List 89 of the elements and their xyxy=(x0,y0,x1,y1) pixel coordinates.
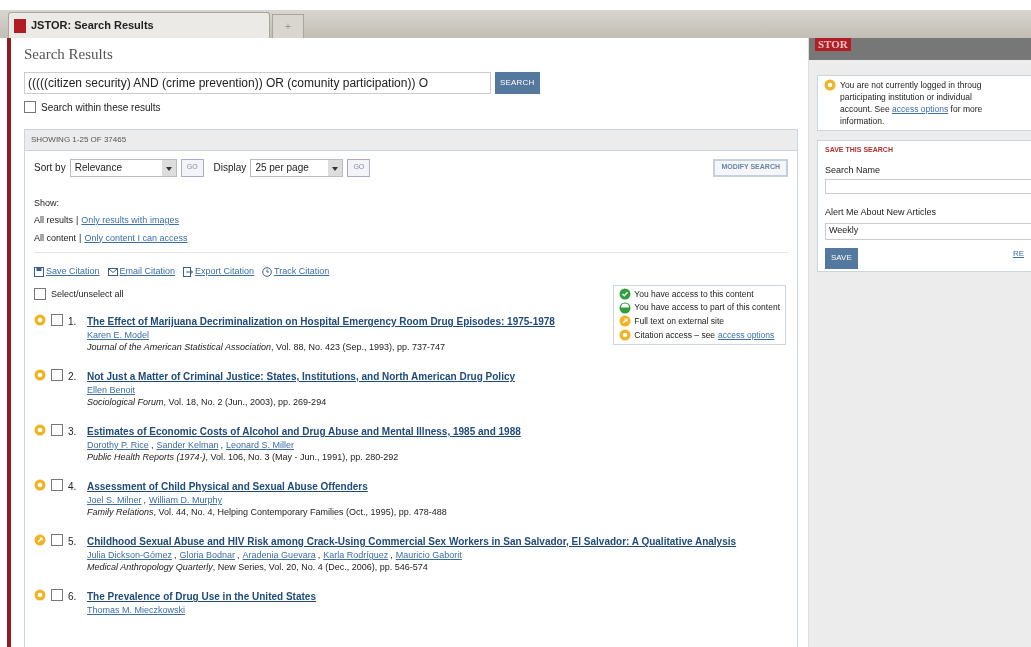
checkbox-label: Search within these results xyxy=(41,100,161,115)
half-circle-icon xyxy=(619,301,632,314)
access-options-link[interactable]: access options xyxy=(718,328,775,342)
search-field[interactable]: (((((citizen security) AND (crime prevention)) OR (comunity participation)) O xyxy=(24,71,491,94)
checkbox[interactable] xyxy=(51,534,63,546)
comma: , xyxy=(390,549,393,561)
filter-current: All results xyxy=(34,214,73,227)
result-number: 4. xyxy=(68,480,78,494)
author-link[interactable]: Ellen Benoit xyxy=(87,384,136,396)
access-options-link[interactable]: access options xyxy=(892,104,949,114)
checkbox[interactable] xyxy=(24,101,36,113)
result-title-link[interactable]: Estimates of Economic Costs of Alcohol and Drug Abuse and Mental Illness, 1985 and 1988 xyxy=(87,424,768,439)
show-label: Show: xyxy=(34,196,60,210)
comma: , xyxy=(150,439,154,451)
filter-link[interactable]: Only content I can access xyxy=(84,231,188,245)
result-number: 2. xyxy=(68,370,78,384)
separator: | xyxy=(79,231,82,245)
legend-text: Citation access – see xyxy=(634,328,716,342)
display-select[interactable]: 25 per page xyxy=(250,158,344,177)
result-title-link[interactable]: Assessment of Child Physical and Sexual Abuse Offenders xyxy=(87,479,768,494)
search-button[interactable]: SEARCH xyxy=(495,71,540,94)
author-link[interactable]: Julia Dickson-Gómez xyxy=(87,549,173,561)
result-number: 6. xyxy=(68,590,78,604)
checkbox[interactable] xyxy=(51,314,63,326)
result-title-link[interactable]: Not Just a Matter of Criminal Justice: States, Institutions, and North American Drug Policy xyxy=(87,369,768,384)
author-link[interactable]: Sander Kelman xyxy=(156,439,219,451)
checkbox[interactable] xyxy=(51,479,63,491)
author-link[interactable]: William D. Murphy xyxy=(149,494,223,506)
browser-tab[interactable]: JSTOR: Search Results xyxy=(8,12,270,38)
author-link[interactable]: Thomas M. Mieczkowski xyxy=(87,604,185,616)
checkbox[interactable] xyxy=(51,424,63,436)
journal-source: Public Health Reports (1974-), Vol. 106, No. 3 (May - Jun., 1991), pp. 280-292 xyxy=(87,451,400,463)
journal-source: Sociological Forum, Vol. 18, No. 2 (Jun., 2003), pp. 269-294 xyxy=(87,396,328,408)
result-title-link[interactable]: The Effect of Marijuana Decriminalization on Hospital Emergency Room Drug Episodes: 1975-1978 xyxy=(87,314,594,329)
result-number: 5. xyxy=(68,535,78,549)
clock-icon xyxy=(262,266,273,277)
sort-label: Sort by xyxy=(34,161,66,175)
citation-action-link[interactable]: Save Citation xyxy=(46,265,100,279)
result-title-link[interactable]: The Prevalence of Drug Use in the United States xyxy=(87,589,768,604)
checkbox-label: Select/unselect all xyxy=(51,287,124,301)
author-link[interactable]: Aradenia Guevara xyxy=(242,549,316,561)
legend-text: Full text on external site xyxy=(634,315,725,328)
sort-select[interactable]: Relevance xyxy=(69,158,177,177)
comma: , xyxy=(317,549,321,561)
filter-current: All content xyxy=(34,231,77,245)
alert-label: Alert Me About New Articles xyxy=(825,206,938,219)
legend-text: You have access to part of this content xyxy=(634,301,780,314)
citation-action-link[interactable]: Export Citation xyxy=(195,265,255,279)
journal-source: Journal of the American Statistical Association, Vol. 88, No. 423 (Sep., 1993), pp. 737-747 xyxy=(87,341,447,353)
journal-source: Family Relations, Vol. 44, No. 4, Helping Contemporary Families (Oct., 1995), pp. 478-488 xyxy=(87,506,448,518)
page-title: Search Results xyxy=(24,45,114,64)
author-link[interactable]: Gloria Bodnar xyxy=(179,549,236,561)
save-button[interactable]: SAVE xyxy=(825,247,858,269)
arrow-circle-icon xyxy=(34,534,46,546)
results-count: SHOWING 1-25 OF 37465 xyxy=(25,129,797,151)
search-name-label: Search Name xyxy=(825,163,882,177)
checkbox[interactable] xyxy=(51,369,63,381)
author-link[interactable]: Joel S. Milner xyxy=(87,494,142,506)
alert-select[interactable]: Weekly xyxy=(825,222,1031,240)
checkbox[interactable] xyxy=(51,589,63,601)
author-link[interactable]: Leonard S. Miller xyxy=(225,439,294,451)
display-label: Display xyxy=(213,161,247,175)
notice-text: You are not currently logged in throug participating institution or individual account. See access options for more information. xyxy=(840,79,984,127)
check-circle-icon xyxy=(619,287,632,300)
comma: , xyxy=(220,439,223,451)
journal-source: Medical Anthropology Quarterly, New Series, Vol. 20, No. 4 (Dec., 2006), pp. 546-574 xyxy=(87,561,429,573)
legend-text: You have access to this content xyxy=(634,287,754,301)
comma: , xyxy=(237,549,240,561)
logo-icon xyxy=(14,18,26,33)
author-link[interactable]: Mauricio Gaborit xyxy=(395,549,462,561)
search-name-field[interactable] xyxy=(825,179,1031,194)
envelope-icon xyxy=(107,266,118,277)
result-number: 1. xyxy=(68,315,78,329)
citation-action-link[interactable]: Track Citation xyxy=(274,265,330,279)
sidebar-link[interactable]: RE xyxy=(1012,247,1024,260)
comma: , xyxy=(143,494,147,506)
citation-action-link[interactable]: Email Citation xyxy=(119,265,176,279)
filter-link[interactable]: Only results with images xyxy=(81,214,179,228)
author-link[interactable]: Karla Rodríguez xyxy=(323,549,389,561)
logo-text: STOR xyxy=(815,38,851,51)
author-link[interactable]: Karen E. Model xyxy=(87,329,150,341)
result-title-link[interactable]: Childhood Sexual Abuse and HIV Risk among Crack-Using Commercial Sex Workers in San Salvador, El Salvador: A Qualitative Analysis xyxy=(87,534,768,549)
result-number: 3. xyxy=(68,425,78,439)
comma: , xyxy=(174,549,177,561)
document-arrow-icon xyxy=(183,266,194,277)
checkbox[interactable] xyxy=(34,288,46,301)
arrow-circle-icon xyxy=(619,315,632,328)
separator: | xyxy=(76,214,79,227)
author-link[interactable]: Dorothy P. Rice xyxy=(87,439,149,451)
